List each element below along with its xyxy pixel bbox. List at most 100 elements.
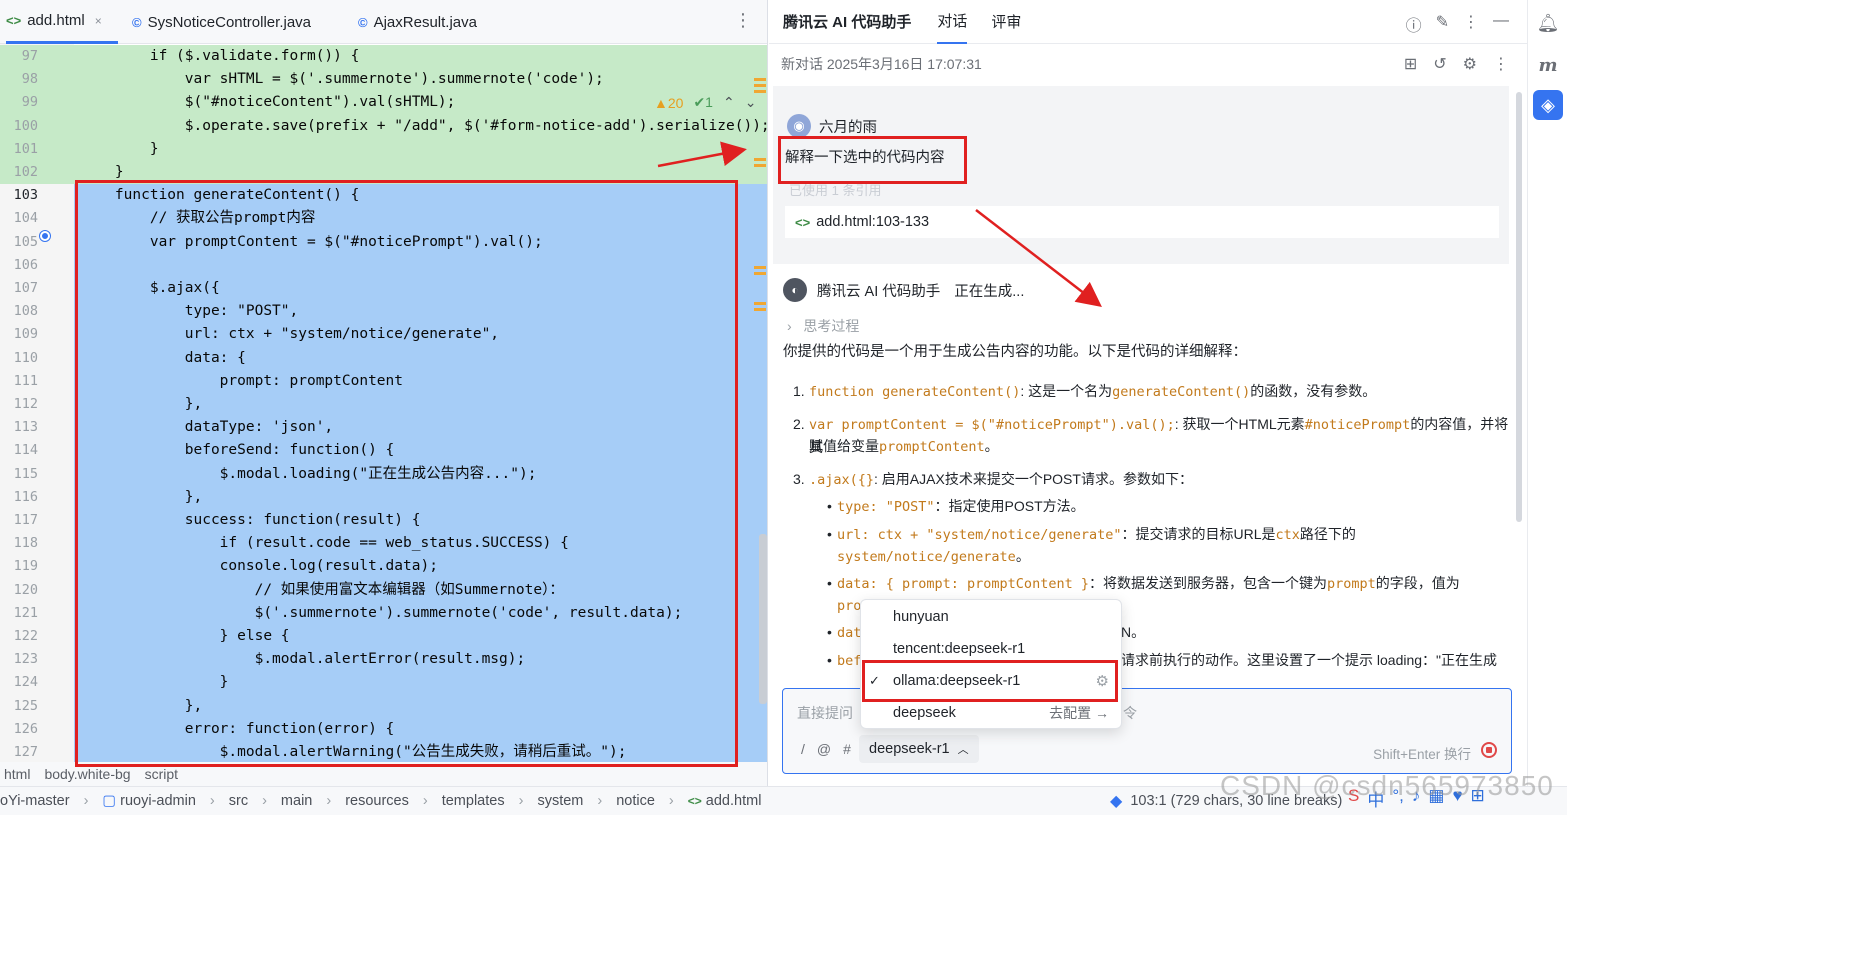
error-stripe-mark — [754, 302, 766, 305]
edit-icon[interactable]: ✎ — [1436, 12, 1449, 36]
tab-ajaxresult[interactable]: © AjaxResult.java — [358, 0, 477, 44]
settings-icon[interactable]: ⚙ — [1463, 54, 1477, 74]
inline-code: data: { prompt: promptContent } — [837, 576, 1089, 592]
model-select[interactable]: deepseek-r1 ︿ — [859, 735, 979, 763]
line-number: 121 — [13, 604, 38, 621]
user-name: 六月的雨 — [819, 120, 877, 136]
path-crumb[interactable]: oYi-master — [0, 793, 70, 809]
code-line[interactable]: 100 $.operate.save(prefix + "/add", $('#… — [0, 114, 767, 138]
code-text: var sHTML = $('.summernote').summernote(… — [80, 71, 604, 88]
mention-button[interactable]: @ — [817, 741, 831, 757]
answer-text: 。 — [984, 438, 999, 454]
bullet-dot: • — [827, 652, 832, 668]
more-icon[interactable]: ⋮ — [1463, 12, 1479, 36]
thinking-process-toggle[interactable]: › 思考过程 — [787, 316, 859, 336]
new-chat-icon[interactable]: ⊞ — [1404, 54, 1417, 74]
code-line[interactable]: 101 } — [0, 137, 767, 161]
line-number: 103 — [13, 187, 38, 204]
code-line[interactable]: 99 $("#noticeContent").val(sHTML); — [0, 91, 767, 115]
assistant-header: 腾讯云 AI 代码助手 对话 评审 ⓘ ✎ ⋮ — — [769, 0, 1527, 44]
path-crumb[interactable]: notice — [616, 793, 655, 809]
context-button[interactable]: # — [843, 741, 851, 757]
annotation-box-model — [862, 660, 1118, 702]
answer-text: : 获取一个HTML元素 — [1174, 416, 1305, 432]
line-number: 110 — [13, 349, 38, 366]
code-line[interactable]: 98 var sHTML = $('.summernote').summerno… — [0, 68, 767, 92]
module-icon: ▢ — [102, 793, 117, 809]
answer-bullet: • url: ctx + "system/notice/generate"：提交… — [827, 523, 1356, 546]
error-stripe-mark — [754, 164, 766, 167]
model-option-hunyuan[interactable]: hunyuan — [861, 602, 1121, 632]
line-number: 113 — [13, 419, 38, 436]
ai-assistant-icon[interactable]: ◈ — [1533, 90, 1563, 120]
ai-gutter-icon[interactable] — [40, 231, 50, 241]
answer-text: ：指定使用POST方法。 — [934, 498, 1085, 514]
tab-sysnoticecontroller[interactable]: © SysNoticeController.java — [132, 0, 311, 44]
path-crumb[interactable]: resources — [345, 793, 409, 809]
editor-scrollbar[interactable] — [759, 534, 767, 704]
line-number: 109 — [13, 326, 38, 343]
breadcrumb-item[interactable]: script — [145, 766, 178, 782]
breadcrumb-item[interactable]: body.white-bg — [44, 766, 130, 782]
watermark: CSDN @csdn565973850 — [1220, 770, 1554, 801]
stop-button[interactable] — [1481, 742, 1497, 758]
line-number: 125 — [13, 697, 38, 714]
avatar: ◉ — [787, 114, 811, 138]
html-file-icon: <> — [795, 214, 811, 230]
chat-scrollbar[interactable] — [1516, 92, 1522, 522]
answer-text: : 这是一个名为 — [1020, 383, 1113, 399]
history-icon[interactable]: ↺ — [1433, 54, 1446, 74]
code-reference-chip[interactable]: <> add.html:103-133 — [785, 206, 1499, 238]
item-number: 3. — [793, 471, 805, 487]
path-crumb[interactable]: src — [229, 793, 248, 809]
code-text: } — [80, 140, 159, 157]
answer-text-tail: 请求前执行的动作。这里设置了一个提示 loading："正在生成 — [1121, 652, 1498, 668]
chevron-up-icon: ︿ — [957, 744, 969, 756]
chevron-up-icon[interactable]: ⌃ — [723, 94, 735, 111]
notifications-icon[interactable]: 🔔︎ — [1533, 8, 1563, 38]
configure-link[interactable]: 去配置 → — [1049, 703, 1109, 723]
input-placeholder-tail: 令 — [1123, 705, 1137, 721]
model-option-deepseek[interactable]: deepseek 去配置 → — [861, 698, 1121, 728]
inline-code: url: ctx + "system/notice/generate" — [837, 527, 1122, 543]
path-crumb[interactable]: <> add.html — [688, 793, 762, 809]
more-icon[interactable]: ⋮ — [1493, 54, 1509, 74]
path-crumb[interactable]: main — [281, 793, 312, 809]
line-number: 108 — [13, 303, 38, 320]
tab-chat[interactable]: 对话 — [937, 0, 968, 44]
chevron-down-icon[interactable]: ⌄ — [745, 94, 757, 111]
breadcrumb-item[interactable]: html — [4, 766, 30, 782]
tab-add-html[interactable]: <> add.html × — [6, 0, 118, 44]
more-icon[interactable]: ⋮ — [734, 10, 752, 31]
line-number: 100 — [13, 117, 38, 134]
code-line[interactable]: 97 if ($.validate.form()) { — [0, 45, 767, 69]
line-number: 111 — [13, 372, 38, 389]
line-number: 102 — [13, 164, 38, 180]
ok-count[interactable]: ✔1 — [693, 94, 713, 111]
path-crumb[interactable]: system — [537, 793, 583, 809]
html-file-icon: <> — [6, 13, 22, 28]
help-icon[interactable]: ⓘ — [1406, 12, 1422, 36]
answer-text: 。 — [1015, 548, 1030, 564]
error-stripe-mark — [754, 84, 766, 87]
answer-text: ：提交请求的目标URL是 — [1121, 526, 1276, 542]
model-select-value: deepseek-r1 — [869, 741, 950, 757]
close-icon[interactable]: × — [95, 14, 102, 28]
inline-code: system/notice/generate — [837, 549, 1016, 565]
error-stripe-mark — [754, 266, 766, 269]
m-plugin-icon[interactable]: m — [1533, 50, 1563, 80]
path-crumb[interactable]: ▢ ruoyi-admin — [102, 793, 195, 809]
slash-command-button[interactable]: / — [801, 741, 805, 757]
bot-status: 正在生成... — [954, 283, 1025, 300]
java-class-icon: © — [358, 14, 368, 30]
warning-count[interactable]: ▲20 — [654, 95, 683, 111]
tab-review[interactable]: 评审 — [991, 0, 1021, 44]
inline-code: var promptContent = $("#noticePrompt").v… — [809, 417, 1175, 433]
item-number: 1. — [793, 383, 805, 399]
inspection-widget[interactable]: ▲20 ✔1 ⌃ ⌄ — [654, 94, 756, 111]
ai-status-icon[interactable]: ◆ — [1110, 791, 1122, 811]
reference-label: add.html:103-133 — [816, 214, 930, 230]
bullet-dot: • — [827, 624, 832, 640]
minimize-icon[interactable]: — — [1493, 12, 1509, 36]
path-crumb[interactable]: templates — [442, 793, 505, 809]
